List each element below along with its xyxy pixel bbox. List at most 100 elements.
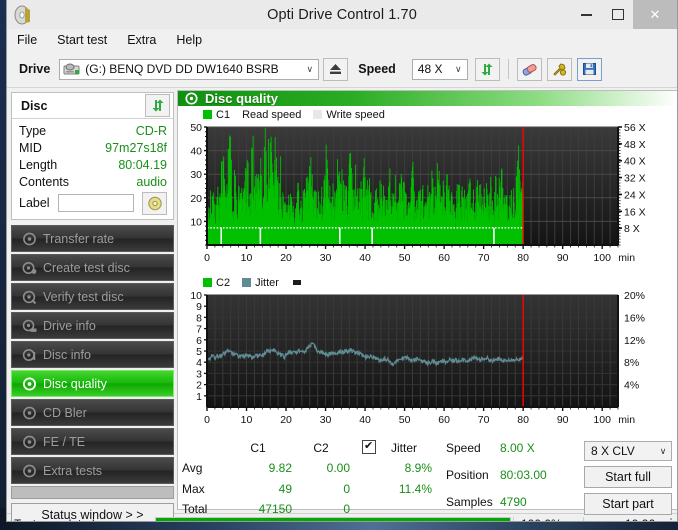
stats-total-c2: 0 (343, 501, 350, 516)
sidebar-item-fe-te[interactable]: FE / TE (11, 428, 174, 455)
legend-swatch-extra (292, 280, 301, 285)
svg-text:80: 80 (517, 252, 529, 264)
svg-text:50: 50 (399, 414, 411, 426)
eject-button[interactable] (323, 57, 349, 81)
svg-text:20: 20 (280, 414, 292, 426)
jitter-checkbox[interactable] (350, 438, 376, 457)
disc-quality-pane: Disc quality C1 Read speed Write speed 1… (177, 90, 677, 516)
svg-text:80: 80 (517, 414, 529, 426)
stats-max-spacer (350, 481, 376, 498)
stats-avg-c1: 9.82 (268, 461, 292, 476)
disc-label-row: Label (19, 191, 167, 215)
legend-label-c1: C1 (216, 108, 231, 121)
stats-row-avg-key: Avg (182, 461, 203, 476)
sidebar-label: CD Bler (43, 405, 87, 420)
chevron-down-icon: ∨ (306, 63, 314, 74)
sidebar-item-drive-info[interactable]: Drive info (11, 312, 174, 339)
tools-button[interactable] (546, 57, 572, 81)
disc-panel-title: Disc (21, 98, 48, 113)
svg-text:60: 60 (438, 414, 450, 426)
disc-drive-icon (18, 319, 40, 333)
svg-text:6: 6 (196, 335, 202, 347)
sidebar-item-extra-tests[interactable]: Extra tests (11, 457, 174, 484)
svg-text:10: 10 (241, 414, 253, 426)
nav-footer-filler (11, 486, 174, 499)
menu-item-file[interactable]: File (17, 33, 37, 47)
samples-value: 4790 (500, 495, 527, 509)
stats-avg-jitter: 8.9% (404, 461, 432, 476)
write-speed-select[interactable]: 8 X CLV ∨ (584, 441, 672, 461)
disc-create-icon (18, 261, 40, 275)
svg-text:100: 100 (593, 414, 611, 426)
left-sidebar: Disc Type CD-R MID 97m27s18f Length 80:0… (7, 88, 177, 521)
svg-text:16 X: 16 X (624, 206, 646, 218)
stats-max-c2: 0 (343, 481, 350, 496)
main-content: Disc Type CD-R MID 97m27s18f Length 80:0… (7, 88, 677, 521)
speed-label: Speed (358, 62, 396, 76)
save-button[interactable] (576, 57, 602, 81)
pane-title: Disc quality (205, 91, 278, 106)
disc-contents-value: audio (136, 174, 167, 189)
stats-total-c1: 47150 (258, 501, 292, 516)
disc-info-rows: Type CD-R MID 97m27s18f Length 80:04.19 … (12, 119, 173, 219)
svg-text:60: 60 (438, 252, 450, 264)
svg-text:3: 3 (196, 368, 202, 380)
disc-label-key: Label (19, 196, 50, 210)
chevron-down-icon: ∨ (455, 63, 462, 74)
refresh-button[interactable] (474, 57, 500, 81)
svg-text:40: 40 (359, 252, 371, 264)
svg-text:70: 70 (478, 414, 490, 426)
svg-text:10: 10 (241, 252, 253, 264)
c1-chart[interactable]: 10 20 30 40 50 8 X 16 X 24 X 32 X 40 X 48 X 56 X 0 10… (181, 121, 676, 273)
sidebar-item-disc-info[interactable]: Disc info (11, 341, 174, 368)
svg-text:50: 50 (399, 252, 411, 264)
svg-text:20: 20 (280, 252, 292, 264)
toolbar-separator (507, 59, 509, 79)
speed-select[interactable]: 48 X ∨ (411, 58, 468, 80)
disc-label-button[interactable] (142, 191, 167, 215)
sidebar-label: Verify test disc (43, 289, 124, 304)
svg-text:12%: 12% (624, 335, 645, 347)
sidebar-item-disc-quality[interactable]: Disc quality (11, 370, 174, 397)
svg-text:20: 20 (190, 193, 202, 205)
menu-item-extra[interactable]: Extra (127, 33, 156, 47)
sidebar-item-create-test-disc[interactable]: Create test disc (11, 254, 174, 281)
drive-select[interactable]: (G:) BENQ DVD DD DW1640 BSRB ∨ (59, 58, 320, 80)
sidebar-item-transfer-rate[interactable]: Transfer rate (11, 225, 174, 252)
sidebar-item-cd-bler[interactable]: CD Bler (11, 399, 174, 426)
sidebar-label: Disc info (43, 347, 91, 362)
disc-refresh-button[interactable] (145, 94, 170, 117)
erase-button[interactable] (516, 57, 542, 81)
disc-label-input[interactable] (57, 194, 134, 212)
sidebar-item-verify-test-disc[interactable]: Verify test disc (11, 283, 174, 310)
c2-jitter-chart[interactable]: 1 2 3 4 5 6 7 8 9 10 4% 8% 12% 16% 20% 0 10 20 30 40 50 60 70 8… (181, 289, 676, 437)
stats-header-jitter: Jitter (390, 441, 417, 455)
speed-value: 48 X (417, 62, 443, 76)
position-value: 80:03.00 (500, 468, 547, 482)
svg-text:5: 5 (196, 346, 202, 358)
sidebar-label: FE / TE (43, 434, 86, 449)
svg-text:16%: 16% (624, 312, 645, 324)
drive-value: (G:) BENQ DVD DD DW1640 BSRB (85, 62, 279, 76)
minimize-button[interactable] (571, 0, 602, 29)
start-part-button[interactable]: Start part (584, 493, 672, 515)
resize-grip[interactable] (661, 517, 675, 521)
menu-item-help[interactable]: Help (176, 33, 202, 47)
svg-text:32 X: 32 X (624, 173, 646, 185)
maximize-button[interactable] (602, 0, 633, 29)
menu-item-start-test[interactable]: Start test (57, 33, 107, 47)
svg-text:10: 10 (190, 216, 202, 228)
stats-avg-spacer (350, 460, 376, 477)
svg-text:70: 70 (478, 252, 490, 264)
stats-total-spacer (350, 501, 376, 518)
svg-text:40 X: 40 X (624, 156, 646, 168)
svg-text:8: 8 (196, 312, 202, 324)
svg-text:30: 30 (320, 414, 332, 426)
start-full-button[interactable]: Start full (584, 466, 672, 488)
close-button[interactable]: ✕ (633, 0, 677, 29)
svg-text:40: 40 (190, 146, 202, 158)
right-pane-wrapper: Disc quality C1 Read speed Write speed 1… (177, 88, 677, 516)
charts-area: C1 Read speed Write speed 10 20 30 40 50 8 X1… (178, 106, 677, 437)
status-message: Test completed (7, 517, 155, 521)
svg-text:56 X: 56 X (624, 122, 646, 134)
